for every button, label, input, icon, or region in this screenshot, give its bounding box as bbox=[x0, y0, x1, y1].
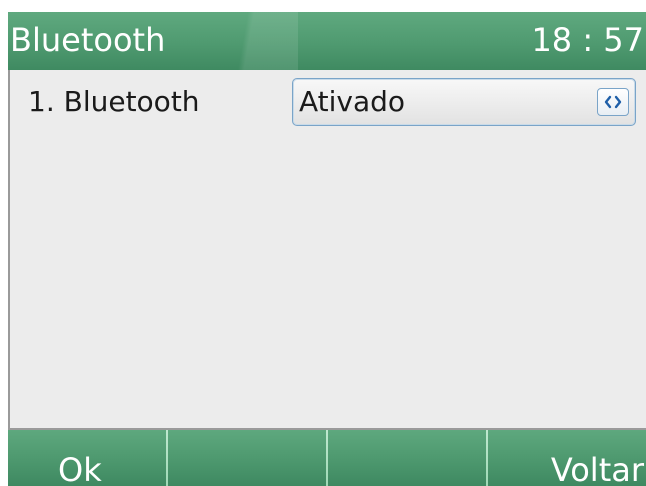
phone-screen: Bluetooth 18 : 57 1. Bluetooth Ativado O… bbox=[8, 12, 646, 486]
softkey-2[interactable] bbox=[168, 428, 326, 486]
chevrons-glyph bbox=[604, 95, 622, 109]
selector-value: Ativado bbox=[299, 85, 406, 118]
softkey-back[interactable]: Voltar bbox=[488, 428, 646, 486]
bluetooth-value-selector[interactable]: Ativado bbox=[292, 78, 636, 126]
settings-list: 1. Bluetooth Ativado bbox=[8, 70, 646, 428]
left-right-chevrons-icon[interactable] bbox=[597, 88, 629, 116]
softkey-ok-label: Ok bbox=[58, 451, 102, 486]
softkey-bar: Ok Voltar bbox=[8, 428, 646, 486]
setting-label: 1. Bluetooth bbox=[28, 85, 200, 118]
softkey-3[interactable] bbox=[328, 428, 486, 486]
setting-row-bluetooth[interactable]: 1. Bluetooth Ativado bbox=[10, 78, 646, 128]
header-bar: Bluetooth 18 : 57 bbox=[8, 12, 646, 70]
clock: 18 : 57 bbox=[531, 21, 644, 59]
softkey-back-label: Voltar bbox=[550, 451, 644, 486]
page-title: Bluetooth bbox=[10, 21, 166, 59]
softkey-ok[interactable]: Ok bbox=[8, 428, 166, 486]
